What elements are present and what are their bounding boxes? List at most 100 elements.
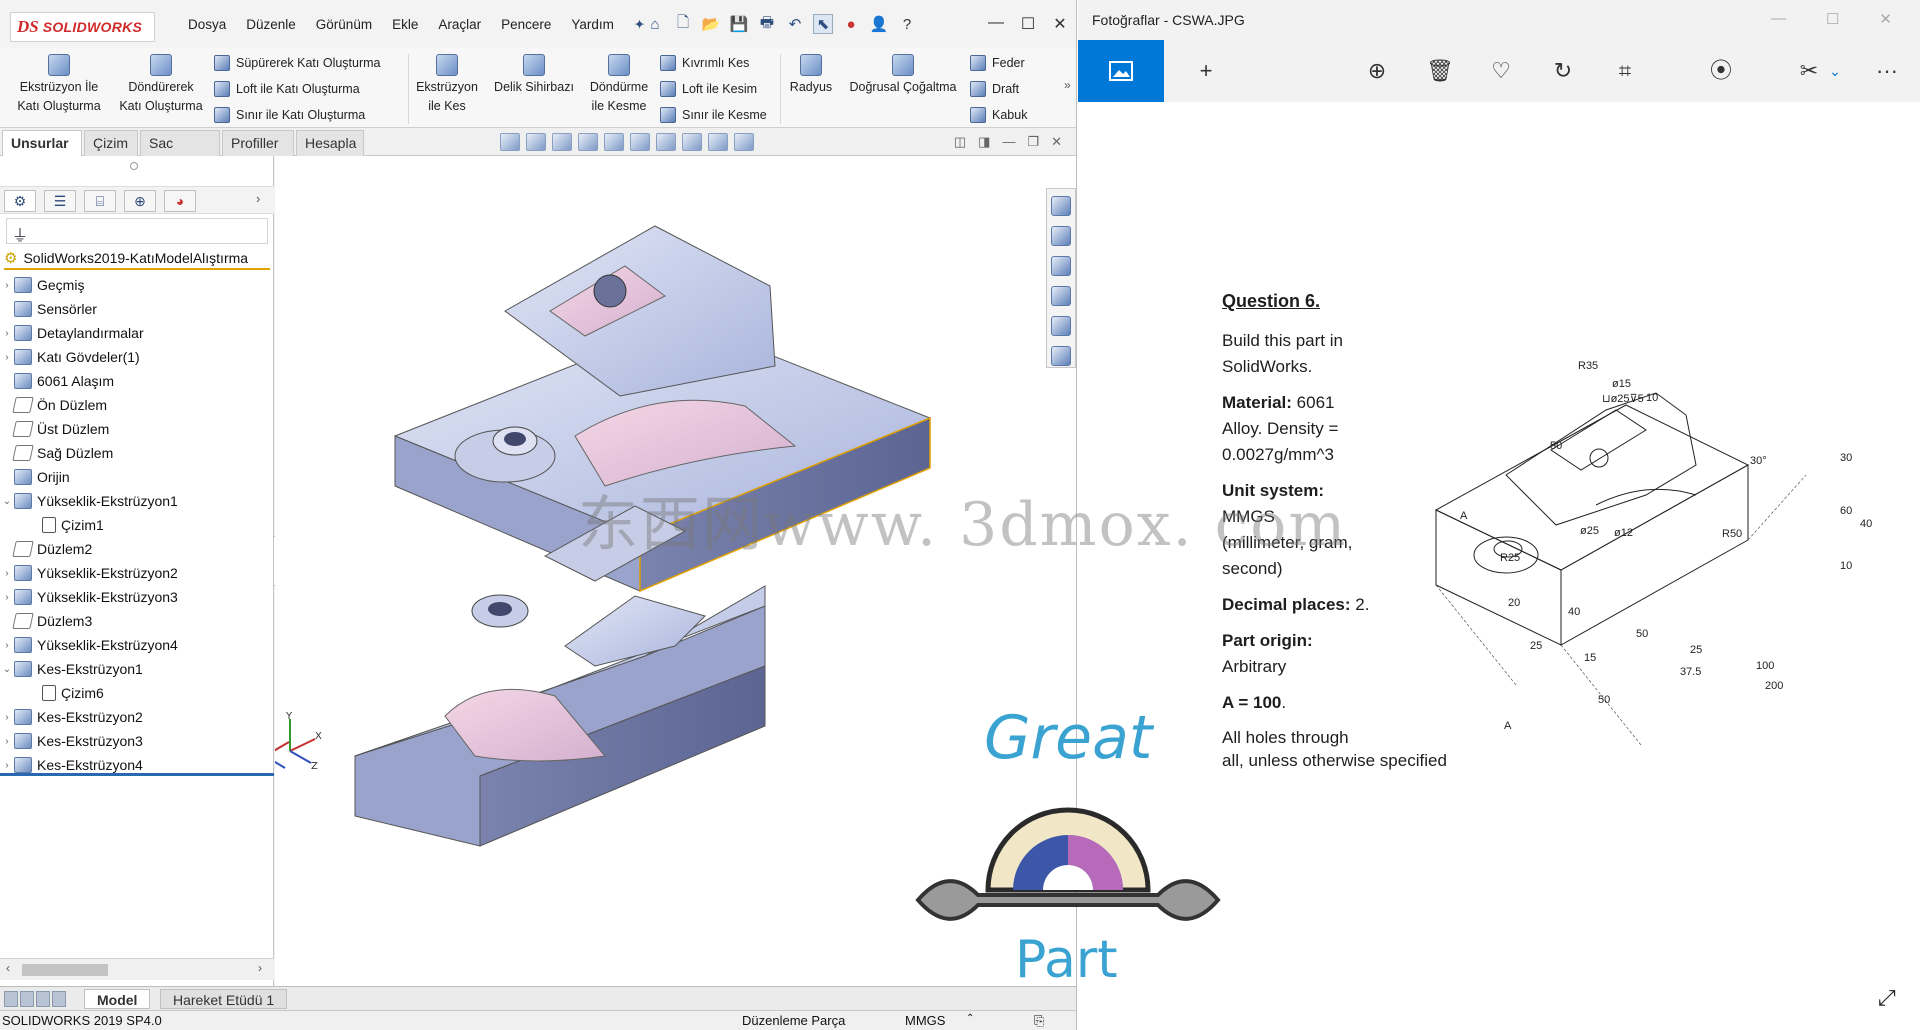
revolve-cut-button[interactable]: Döndürme ile Kesme	[584, 54, 654, 116]
feature-filter-input[interactable]: ⏚	[6, 218, 268, 245]
close-icon[interactable]: ✕	[1051, 14, 1069, 34]
tile-right-icon[interactable]: ◨	[978, 134, 990, 150]
tab-sheet-metal[interactable]: Sac Levha	[140, 130, 220, 175]
enhance-icon[interactable]: ⦿	[1708, 58, 1734, 84]
menu-window[interactable]: Pencere	[491, 17, 561, 33]
tree-item[interactable]: Çizim6	[0, 681, 274, 705]
doc-minimize-icon[interactable]: —	[1002, 134, 1015, 150]
more-options-icon[interactable]: ···	[1874, 58, 1900, 84]
expand-arrow-icon[interactable]: ⌄	[0, 664, 14, 675]
property-manager-tab-icon[interactable]: ☰	[44, 190, 76, 212]
loft-boss-button[interactable]: Loft ile Katı Oluşturma	[214, 78, 360, 100]
feature-manager-tab-icon[interactable]: ⚙	[4, 190, 36, 212]
doc-close-icon[interactable]: ✕	[1051, 134, 1062, 150]
menu-insert[interactable]: Ekle	[382, 17, 428, 33]
tree-item[interactable]: › Kes-Ekstrüzyon3	[0, 729, 274, 753]
expand-arrow-icon[interactable]: ›	[0, 736, 14, 747]
boundary-cut-button[interactable]: Sınır ile Kesme	[660, 104, 767, 126]
view-settings-icon[interactable]	[734, 133, 754, 151]
resources-home-icon[interactable]	[1051, 196, 1071, 216]
menu-edit[interactable]: Düzenle	[236, 17, 306, 33]
tree-item[interactable]: › Yükseklik-Ekstrüzyon2	[0, 561, 274, 585]
tab-model[interactable]: Model	[84, 989, 151, 1009]
dimxpert-tab-icon[interactable]: ⊕	[124, 190, 156, 212]
loft-cut-button[interactable]: Loft ile Kesim	[660, 78, 757, 100]
tab-sketch[interactable]: Çizim	[84, 130, 138, 156]
menu-file[interactable]: Dosya	[178, 17, 236, 33]
expand-arrow-icon[interactable]: ⌄	[0, 496, 14, 507]
edit-icon[interactable]: ✂	[1796, 58, 1822, 84]
tree-item[interactable]: Çizim1	[0, 513, 274, 537]
tree-item[interactable]: Düzlem3	[0, 609, 274, 633]
new-document-icon[interactable]: 🗋	[673, 14, 693, 34]
rotate-icon[interactable]: ↻	[1550, 58, 1576, 84]
undo-icon[interactable]: ↶	[785, 14, 805, 34]
tree-item[interactable]: Üst Düzlem	[0, 417, 274, 441]
tree-item[interactable]: › Yükseklik-Ekstrüzyon4	[0, 633, 274, 657]
sweep-boss-button[interactable]: Süpürerek Katı Oluşturma	[214, 52, 381, 74]
expand-arrow-icon[interactable]: ›	[0, 712, 14, 723]
add-icon[interactable]: +	[1193, 58, 1219, 84]
hole-wizard-button[interactable]: Delik Sihirbazı	[488, 54, 580, 97]
linear-pattern-button[interactable]: Doğrusal Çoğaltma	[842, 54, 964, 97]
zoom-area-icon[interactable]	[552, 133, 572, 151]
tab-motion-study[interactable]: Hareket Etüdü 1	[160, 989, 288, 1009]
design-library-icon[interactable]	[1051, 226, 1071, 246]
next-tab-icon[interactable]	[36, 991, 50, 1007]
rollback-bar[interactable]	[0, 773, 274, 776]
help-icon[interactable]: ?	[897, 14, 917, 34]
unit-system-label[interactable]: MMGS	[905, 1013, 945, 1028]
scroll-thumb[interactable]	[22, 964, 108, 976]
tree-item[interactable]: › Yükseklik-Ekstrüzyon3	[0, 585, 274, 609]
solidworks-logo[interactable]: DS SOLIDWORKS	[10, 12, 155, 42]
expand-arrow-icon[interactable]: ›	[0, 592, 14, 603]
boundary-boss-button[interactable]: Sınır ile Katı Oluşturma	[214, 104, 365, 126]
shell-button[interactable]: Kabuk	[970, 104, 1027, 126]
tab-evaluate[interactable]: Hesapla	[296, 130, 364, 156]
tile-left-icon[interactable]: ◫	[954, 134, 966, 150]
hide-show-icon[interactable]	[656, 133, 676, 151]
unit-menu-chevron-icon[interactable]: ⌃	[966, 1013, 974, 1024]
custom-properties-icon[interactable]	[1051, 346, 1071, 366]
tree-item[interactable]: › Katı Gövdeler(1)	[0, 345, 274, 369]
maximize-icon[interactable]: ☐	[1019, 14, 1037, 34]
tree-item[interactable]: Sensörler	[0, 297, 274, 321]
doc-restore-icon[interactable]: ❐	[1027, 134, 1039, 150]
ribbon-overflow-icon[interactable]: »	[1064, 78, 1071, 92]
swept-cut-button[interactable]: Kıvrımlı Kes	[660, 52, 749, 74]
panel-grip[interactable]	[130, 162, 138, 170]
favorite-icon[interactable]: ♡	[1488, 58, 1514, 84]
extrude-boss-button[interactable]: Ekstrüzyon İle Katı Oluşturma	[10, 54, 108, 116]
user-icon[interactable]: 👤	[869, 14, 889, 34]
crop-icon[interactable]: ⌗	[1612, 58, 1638, 84]
photos-close-icon[interactable]: ✕	[1879, 10, 1892, 28]
tree-horizontal-scrollbar[interactable]: ‹ ›	[0, 958, 274, 980]
scene-icon[interactable]	[708, 133, 728, 151]
select-icon[interactable]: ⬉	[813, 14, 833, 34]
save-icon[interactable]: 💾	[729, 14, 749, 34]
photos-minimize-icon[interactable]: —	[1771, 10, 1786, 28]
display-style-icon[interactable]	[630, 133, 650, 151]
home-icon[interactable]: ⌂	[645, 14, 665, 34]
menu-tools[interactable]: Araçlar	[428, 17, 491, 33]
first-tab-icon[interactable]	[4, 991, 18, 1007]
rebuild-icon[interactable]: ⎘	[1034, 1013, 1044, 1029]
tab-weldments[interactable]: Profiller	[222, 130, 294, 156]
print-icon[interactable]: 🖶	[757, 14, 777, 34]
chevron-right-icon[interactable]: ›	[256, 191, 260, 206]
appearances-icon[interactable]	[1051, 316, 1071, 336]
configuration-manager-tab-icon[interactable]: ⌸	[84, 190, 116, 212]
display-manager-tab-icon[interactable]: ◕	[164, 190, 196, 212]
prev-tab-icon[interactable]	[20, 991, 34, 1007]
edit-chevron-icon[interactable]: ⌄	[1822, 58, 1848, 84]
menu-help[interactable]: Yardım	[561, 17, 624, 33]
open-icon[interactable]: 📂	[701, 14, 721, 34]
tree-item[interactable]: › Detaylandırmalar	[0, 321, 274, 345]
extrude-cut-button[interactable]: Ekstrüzyon ile Kes	[412, 54, 482, 116]
fullscreen-icon[interactable]: ⤢	[1878, 985, 1906, 1016]
tree-item[interactable]: › Geçmiş	[0, 273, 274, 297]
expand-arrow-icon[interactable]: ›	[0, 352, 14, 363]
section-view-icon[interactable]	[604, 133, 624, 151]
tree-item[interactable]: ⌄ Kes-Ekstrüzyon1	[0, 657, 274, 681]
tree-item[interactable]: 6061 Alaşım	[0, 369, 274, 393]
